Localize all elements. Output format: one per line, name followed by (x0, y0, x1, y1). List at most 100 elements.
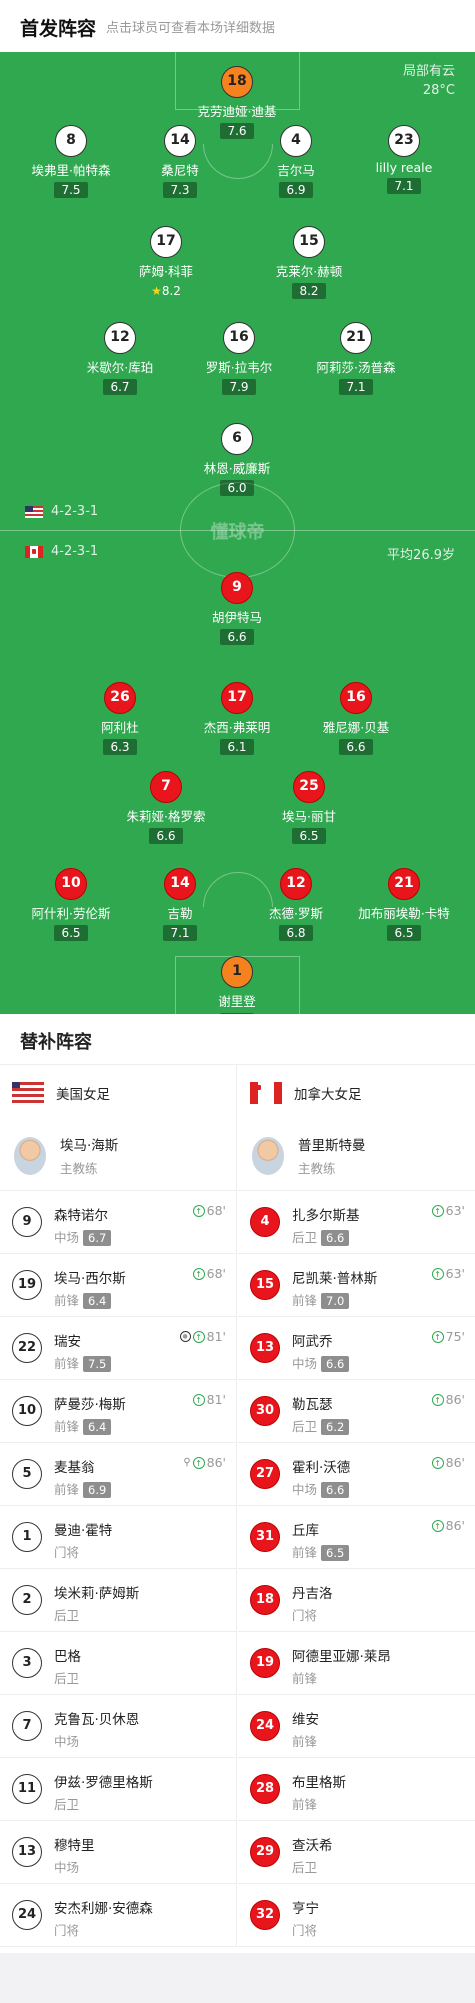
bench-player-row[interactable]: 13 穆特里 中场 (0, 1821, 236, 1884)
home-coach[interactable]: 埃马·海斯 主教练 (0, 1121, 236, 1191)
away-player[interactable]: 9 胡伊特马 6.6 (177, 572, 297, 645)
player-name: 尼凯莱·普林斯 (292, 1271, 378, 1287)
player-position: 后卫 6.6 (292, 1227, 350, 1246)
player-number: 12 (280, 868, 312, 900)
player-position: 门将 (292, 1608, 318, 1623)
sub-in-icon: ↑ (431, 1456, 444, 1469)
bench-player-row[interactable]: 29 查沃希 后卫 (238, 1821, 475, 1884)
player-name: 埃马·西尔斯 (54, 1271, 126, 1287)
away-player[interactable]: 17 杰西·弗莱明 6.1 (177, 682, 297, 755)
player-name: 阿利杜 (101, 720, 139, 735)
away-player[interactable]: 14 吉勒 7.1 (120, 868, 240, 941)
player-position: 前锋 (292, 1797, 318, 1812)
home-player[interactable]: 8 埃弗里·帕特森 7.5 (11, 125, 131, 198)
home-player[interactable]: 23 lilly reale 7.1 (344, 125, 464, 194)
bench-player-row[interactable]: 13 阿武乔 中场 6.6 ↑ 75' (238, 1317, 475, 1380)
canada-flag-icon (25, 545, 43, 558)
player-position: 门将 (292, 1923, 318, 1938)
away-player[interactable]: 1谢里登7.0 (177, 956, 297, 1014)
player-name: 萨曼莎·梅斯 (54, 1397, 126, 1413)
player-rating: 6.3 (103, 739, 137, 755)
bench-player-row[interactable]: 18 丹吉洛 门将 (238, 1569, 475, 1632)
player-position: 中场 (54, 1860, 80, 1875)
bench-player-row[interactable]: 9 森特诺尔 中场 6.7 ↑ 68' (0, 1191, 236, 1254)
away-player[interactable]: 12 杰德·罗斯 6.8 (236, 868, 356, 941)
bench-player-row[interactable]: 7 克鲁瓦·贝休恩 中场 (0, 1695, 236, 1758)
bench-player-row[interactable]: 11 伊兹·罗德里格斯 后卫 (0, 1758, 236, 1821)
away-player[interactable]: 26 阿利杜 6.3 (60, 682, 180, 755)
player-number: 23 (388, 125, 420, 157)
bench-player-row[interactable]: 19 阿德里亚娜·莱昂 前锋 (238, 1632, 475, 1695)
player-name: 埃弗里·帕特森 (31, 163, 111, 178)
team-name: 加拿大女足 (294, 1087, 362, 1103)
player-name: 麦基翁 (54, 1460, 95, 1476)
player-name: 林恩·威廉斯 (203, 461, 271, 476)
bench-player-row[interactable]: 31 丘库 前锋 6.5 ↑ 86' (238, 1506, 475, 1569)
bench-player-row[interactable]: 2 埃米莉·萨姆斯 后卫 (0, 1569, 236, 1632)
player-position: 后卫 (54, 1671, 80, 1686)
player-number: 28 (250, 1774, 280, 1804)
home-player[interactable]: 21 阿莉莎·汤普森 7.1 (296, 322, 416, 395)
goal-ball-icon: ● (179, 1331, 191, 1342)
player-name: 安杰利娜·安德森 (54, 1901, 153, 1917)
away-player[interactable]: 21 加布丽埃勒·卡特 6.5 (344, 868, 464, 941)
player-number: 4 (250, 1207, 280, 1237)
player-position: 门将 (54, 1923, 80, 1938)
away-player[interactable]: 7 朱莉娅·格罗索 6.6 (106, 771, 226, 844)
player-rating: 6.7 (83, 1230, 112, 1246)
hint-text: 点击球员可查看本场详细数据 (106, 21, 276, 36)
bench-player-row[interactable]: 24 安杰利娜·安德森 门将 (0, 1884, 236, 1947)
away-player[interactable]: 10 阿什利·劳伦斯 6.5 (11, 868, 131, 941)
sub-on-marker: ↑ 86' (431, 1455, 465, 1470)
player-rating: 7.1 (339, 379, 373, 395)
away-coach[interactable]: 普里斯特曼 主教练 (238, 1121, 475, 1191)
player-rating: 8.2 (292, 283, 326, 299)
lineup-header: 首发阵容 点击球员可查看本场详细数据 (0, 0, 475, 52)
bench-player-row[interactable]: 32 亨宁 门将 (238, 1884, 475, 1947)
away-player[interactable]: 25 埃马·丽甘 6.5 (249, 771, 369, 844)
player-rating: 7.3 (163, 182, 197, 198)
average-age: 平均26.9岁 (387, 548, 455, 563)
bench-player-row[interactable]: 19 埃马·西尔斯 前锋 6.4 ↑ 68' (0, 1254, 236, 1317)
sub-on-marker: ↑ 81' (192, 1392, 226, 1407)
player-number: 3 (12, 1648, 42, 1678)
home-player[interactable]: 6 林恩·威廉斯 6.0 (177, 423, 297, 496)
bench-player-row[interactable]: 30 勒瓦瑟 后卫 6.2 ↑ 86' (238, 1380, 475, 1443)
away-player[interactable]: 16 雅尼娜·贝基 6.6 (296, 682, 416, 755)
bench-player-row[interactable]: 15 尼凯莱·普林斯 前锋 7.0 ↑ 63' (238, 1254, 475, 1317)
home-player[interactable]: 16 罗斯·拉韦尔 7.9 (179, 322, 299, 395)
bench-player-row[interactable]: 5 麦基翁 前锋 6.9 ⚲ ↑ 86' (0, 1443, 236, 1506)
player-number: 24 (12, 1900, 42, 1930)
player-name: 罗斯·拉韦尔 (205, 360, 273, 375)
home-player[interactable]: 12 米歇尔·库珀 6.7 (60, 322, 180, 395)
player-name: 丹吉洛 (292, 1586, 333, 1602)
bench-player-row[interactable]: 24 维安 前锋 (238, 1695, 475, 1758)
home-player[interactable]: 15 克莱尔·赫顿 8.2 (249, 226, 369, 299)
player-number: 15 (293, 226, 325, 258)
player-name: 布里格斯 (292, 1775, 346, 1791)
player-number: 16 (223, 322, 255, 354)
bench-player-row[interactable]: 1 曼迪·霍特 门将 (0, 1506, 236, 1569)
bench-player-row[interactable]: 10 萨曼莎·梅斯 前锋 6.4 ↑ 81' (0, 1380, 236, 1443)
bench-player-row[interactable]: 27 霍利·沃德 中场 6.6 ↑ 86' (238, 1443, 475, 1506)
player-name: 胡伊特马 (211, 610, 262, 625)
weather: 局部有云 28°C (402, 64, 455, 98)
player-name: 伊兹·罗德里格斯 (54, 1775, 153, 1791)
player-name: lilly reale (375, 160, 433, 175)
bench-player-row[interactable]: 22 瑞安 前锋 7.5 ● ↑ 81' (0, 1317, 236, 1380)
player-number: 30 (250, 1396, 280, 1426)
home-player[interactable]: 4 吉尔马 6.9 (236, 125, 356, 198)
player-name: 杰德·罗斯 (269, 906, 323, 921)
player-number: 18 (221, 66, 253, 98)
player-rating: 6.8 (279, 925, 313, 941)
player-number: 21 (340, 322, 372, 354)
player-name: 穆特里 (54, 1838, 95, 1854)
away-bench: 加拿大女足 普里斯特曼 主教练 4 扎多尔斯基 后卫 6.6 ↑ 63' 15 尼凯莱·普林斯前… (238, 1065, 475, 1947)
home-player[interactable]: 17 萨姆·科菲 ★8.2 (106, 226, 226, 299)
bench-player-row[interactable]: 3 巴格 后卫 (0, 1632, 236, 1695)
sub-in-icon: ↑ (431, 1267, 444, 1280)
bench-player-row[interactable]: 28 布里格斯前锋 (238, 1758, 475, 1821)
bench-player-row[interactable]: 4 扎多尔斯基 后卫 6.6 ↑ 63' (238, 1191, 475, 1254)
player-rating: 6.0 (220, 480, 254, 496)
home-player[interactable]: 14 桑尼特 7.3 (120, 125, 240, 198)
